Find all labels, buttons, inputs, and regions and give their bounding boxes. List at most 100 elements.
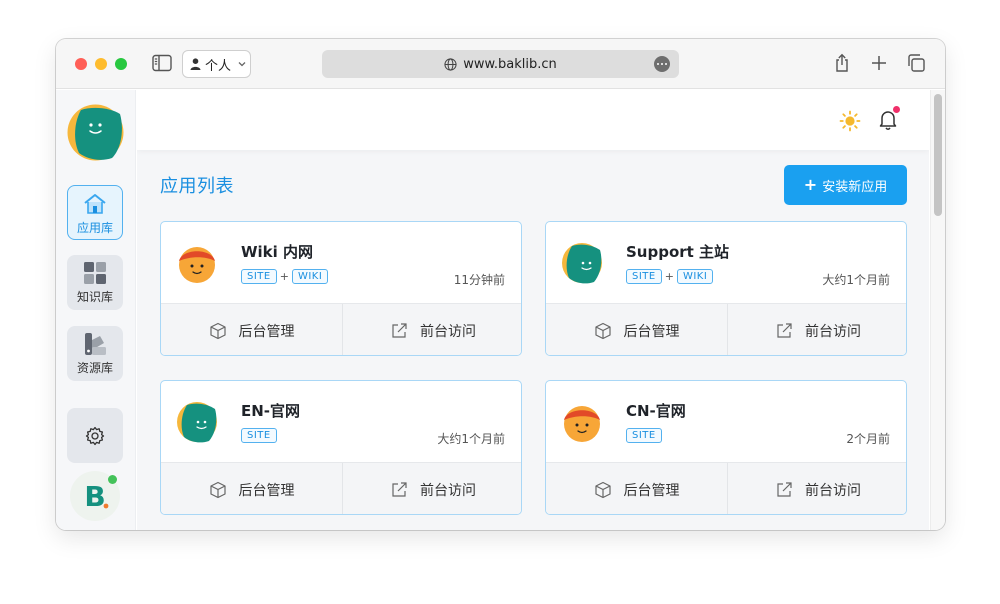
card-actions: 后台管理 前台访问 — [161, 303, 521, 355]
orange-face-avatar — [564, 406, 600, 442]
admin-button[interactable]: 后台管理 — [161, 463, 342, 514]
app-name: CN-官网 — [626, 402, 686, 420]
visit-button[interactable]: 前台访问 — [727, 304, 906, 355]
app-card[interactable]: EN-官网 SITE 大约1个月前 后台管理 前台访问 — [160, 380, 522, 515]
external-link-icon — [392, 322, 407, 338]
updated-time: 11分钟前 — [453, 273, 505, 287]
settings-button[interactable] — [67, 408, 123, 463]
app-tags: SITE + WIKI — [241, 269, 329, 284]
updated-time: 大约1个月前 — [822, 273, 890, 287]
new-tab-icon[interactable] — [869, 53, 889, 73]
app-tags: SITE — [241, 428, 277, 443]
visit-label: 前台访问 — [805, 482, 861, 499]
sidebar-item-resource-library[interactable]: 资源库 — [67, 326, 123, 381]
svg-text:B: B — [84, 480, 105, 513]
globe-icon — [444, 57, 457, 71]
updated-time: 2个月前 — [846, 432, 890, 446]
app-card[interactable]: Wiki 内网 SITE + WIKI 11分钟前 后台管理 前台访问 — [160, 221, 522, 356]
app-name: Support 主站 — [626, 243, 730, 261]
admin-button[interactable]: 后台管理 — [161, 304, 342, 355]
app-card[interactable]: Support 主站 SITE + WIKI 大约1个月前 后台管理 前台访问 — [545, 221, 907, 356]
admin-button[interactable]: 后台管理 — [546, 463, 727, 514]
card-actions: 后台管理 前台访问 — [546, 462, 906, 514]
tab-overview-icon[interactable] — [906, 53, 926, 73]
zoom-window-button[interactable] — [115, 58, 127, 70]
page-title: 应用列表 — [160, 176, 234, 197]
home-icon — [84, 194, 106, 214]
sidebar-item-knowledge-base[interactable]: 知识库 — [67, 255, 123, 310]
app-card[interactable]: CN-官网 SITE 2个月前 后台管理 前台访问 — [545, 380, 907, 515]
main-content: 应用列表 + 安装新应用 Wiki 内网 SITE + WIKI 11分钟前 后… — [137, 90, 929, 530]
brand-avatar[interactable]: B — [70, 471, 120, 521]
cube-icon — [209, 481, 226, 498]
app-name: EN-官网 — [241, 402, 301, 420]
scrollbar-thumb[interactable] — [934, 94, 942, 216]
online-status-dot — [108, 475, 117, 484]
cube-icon — [594, 322, 611, 339]
close-window-button[interactable] — [75, 58, 87, 70]
profile-selector[interactable]: 个人 — [182, 50, 251, 78]
share-icon[interactable] — [832, 53, 852, 73]
visit-button[interactable]: 前台访问 — [727, 463, 906, 514]
minimize-window-button[interactable] — [95, 58, 107, 70]
sidebar-item-label: 资源库 — [76, 361, 113, 375]
sidebar-item-label: 知识库 — [76, 290, 113, 304]
user-avatar[interactable] — [67, 104, 124, 161]
tag-wiki: WIKI — [291, 269, 329, 284]
app-sidebar: 应用库 知识库 资源库 B — [56, 90, 136, 530]
sidebar-item-label: 应用库 — [76, 221, 113, 235]
admin-label: 后台管理 — [623, 482, 680, 499]
visit-label: 前台访问 — [420, 482, 476, 499]
tag-site: SITE — [626, 269, 662, 284]
tag-site: SITE — [626, 428, 662, 443]
green-face-avatar — [562, 243, 602, 284]
sidebar-item-app-library[interactable]: 应用库 — [67, 185, 123, 240]
sidebar-toggle-icon[interactable] — [152, 54, 172, 72]
app-name: Wiki 内网 — [241, 243, 314, 261]
card-actions: 后台管理 前台访问 — [161, 462, 521, 514]
visit-label: 前台访问 — [805, 323, 861, 340]
more-options-icon[interactable] — [654, 56, 670, 72]
address-bar[interactable]: www.baklib.cn — [322, 50, 679, 78]
tag-wiki: WIKI — [676, 269, 714, 284]
install-app-label: 安装新应用 — [822, 179, 888, 195]
green-face-avatar — [177, 402, 217, 443]
admin-button[interactable]: 后台管理 — [546, 304, 727, 355]
browser-toolbar: 个人 www.baklib.cn — [56, 39, 945, 89]
orange-face-avatar — [179, 247, 215, 283]
app-tags: SITE — [626, 428, 662, 443]
tag-site: SITE — [241, 269, 277, 284]
url-text: www.baklib.cn — [463, 56, 557, 72]
notification-badge — [893, 106, 900, 113]
tag-joiner: + — [279, 270, 289, 283]
top-header — [137, 90, 929, 150]
plus-icon: + — [803, 175, 818, 194]
admin-label: 后台管理 — [238, 323, 295, 340]
swatch-icon — [85, 333, 106, 355]
cube-icon — [209, 322, 226, 339]
vertical-scrollbar[interactable] — [930, 90, 945, 530]
external-link-icon — [777, 481, 792, 497]
visit-button[interactable]: 前台访问 — [342, 463, 521, 514]
person-icon — [190, 58, 201, 70]
updated-time: 大约1个月前 — [437, 432, 505, 446]
external-link-icon — [777, 322, 792, 338]
baklib-logo-icon: B — [84, 480, 109, 513]
install-app-button[interactable]: + 安装新应用 — [784, 165, 907, 205]
admin-label: 后台管理 — [623, 323, 680, 340]
cube-icon — [594, 481, 611, 498]
admin-label: 后台管理 — [238, 482, 295, 499]
app-tags: SITE + WIKI — [626, 269, 714, 284]
external-link-icon — [392, 481, 407, 497]
grid-icon — [84, 262, 106, 284]
profile-label: 个人 — [205, 58, 232, 74]
visit-button[interactable]: 前台访问 — [342, 304, 521, 355]
visit-label: 前台访问 — [420, 323, 476, 340]
sun-icon[interactable] — [839, 110, 861, 132]
tag-site: SITE — [241, 428, 277, 443]
card-actions: 后台管理 前台访问 — [546, 303, 906, 355]
tag-joiner: + — [664, 270, 674, 283]
chevron-down-icon — [238, 62, 246, 67]
gear-icon — [85, 426, 105, 445]
browser-window: 个人 www.baklib.cn 应用库 知识库 资源库 B 应用列表 + 安装… — [56, 39, 945, 530]
